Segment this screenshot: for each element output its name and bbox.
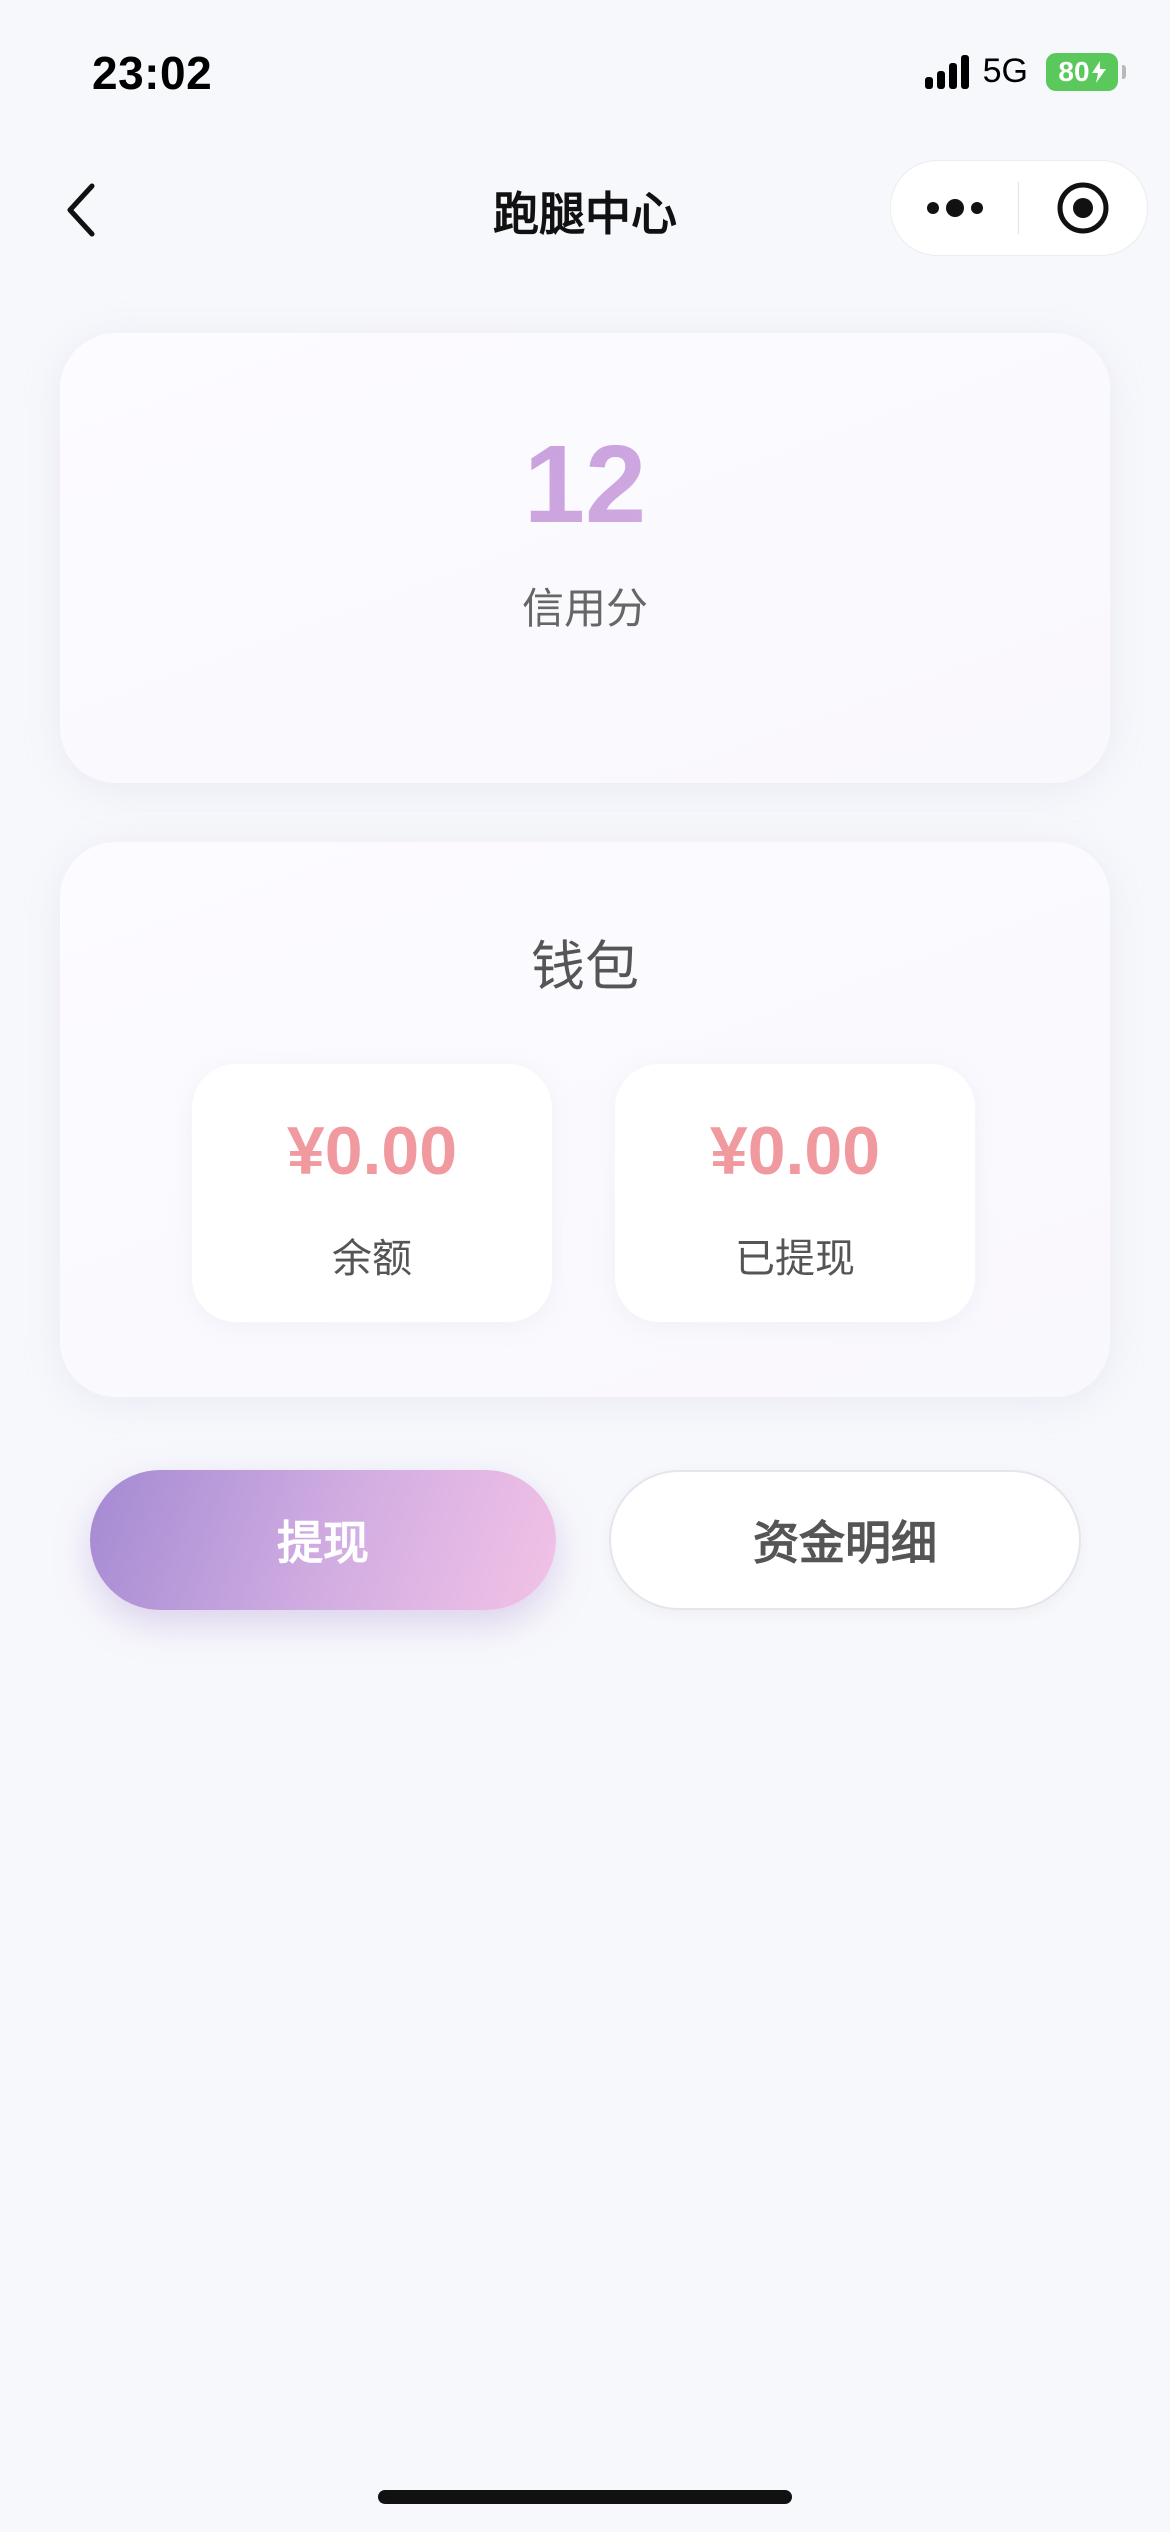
battery-level: 80: [1058, 55, 1090, 87]
network-label: 5G: [982, 52, 1028, 90]
target-close-icon: [1057, 182, 1108, 234]
close-button[interactable]: [1019, 161, 1146, 255]
status-time: 23:02: [92, 47, 213, 99]
signal-icon: [924, 54, 969, 89]
more-button[interactable]: [891, 161, 1018, 255]
balance-label: 余额: [332, 1236, 412, 1282]
balance-box: ¥0.00 余额: [192, 1064, 552, 1322]
wallet-title: 钱包: [531, 935, 639, 998]
battery-icon: 80: [1046, 52, 1126, 91]
withdraw-button[interactable]: 提现: [90, 1470, 556, 1610]
screen: 23:02 5G 80 跑腿中心 12 信用分 钱包 ¥0.00 余额 ¥0.0…: [0, 0, 1170, 2532]
status-bar: 23:02 5G 80: [0, 0, 1170, 140]
credit-score-label: 信用分: [521, 584, 648, 633]
balance-amount: ¥0.00: [286, 1113, 458, 1189]
more-dots-icon: [926, 199, 983, 217]
fund-details-button[interactable]: 资金明细: [609, 1470, 1081, 1610]
wallet-card: 钱包 ¥0.00 余额 ¥0.00 已提现: [60, 842, 1110, 1397]
charging-bolt-icon: [1091, 60, 1106, 83]
nav-bar: 跑腿中心: [0, 150, 1170, 270]
status-indicators: 5G 80: [924, 52, 1126, 91]
credit-score-value: 12: [60, 421, 1110, 548]
withdrawn-box: ¥0.00 已提现: [615, 1064, 975, 1322]
home-indicator[interactable]: [378, 2490, 792, 2504]
withdrawn-amount: ¥0.00: [709, 1113, 881, 1189]
withdrawn-label: 已提现: [735, 1236, 855, 1282]
credit-score-card: 12 信用分: [60, 333, 1110, 783]
mini-program-capsule: [890, 160, 1148, 256]
